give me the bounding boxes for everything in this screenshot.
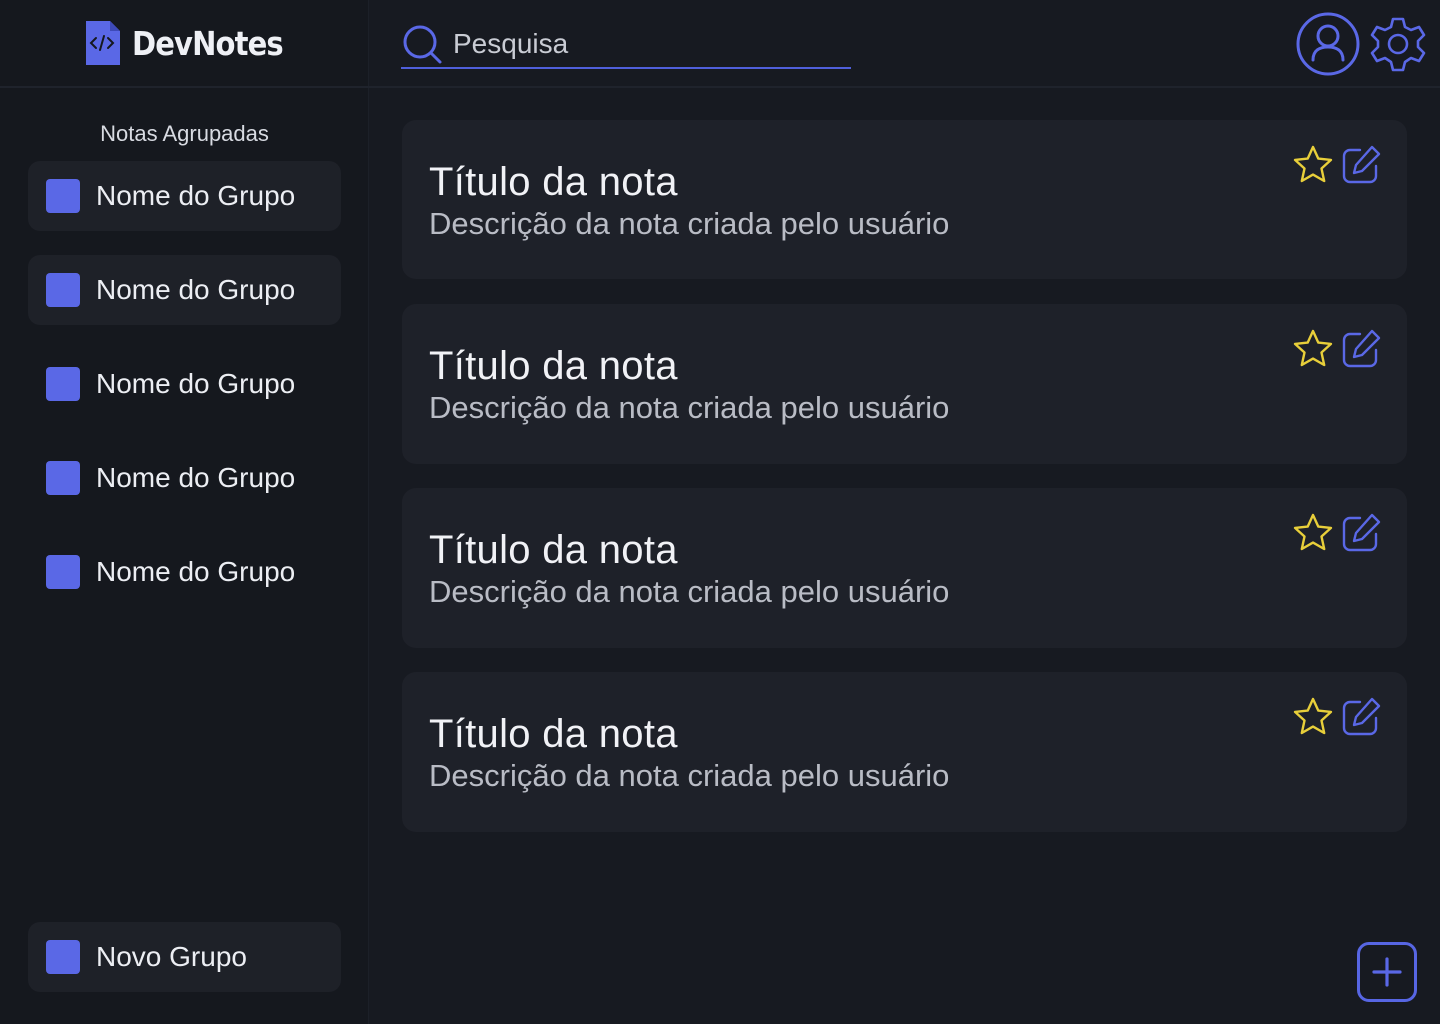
sidebar-group-item[interactable]: Nome do Grupo (28, 537, 341, 607)
note-description: Descrição da nota criada pelo usuário (429, 574, 950, 609)
search-bar (401, 20, 851, 69)
plus-icon (1372, 957, 1402, 987)
note-description: Descrição da nota criada pelo usuário (429, 390, 950, 425)
note-actions (1292, 144, 1382, 186)
code-file-icon (86, 21, 120, 65)
edit-icon[interactable] (1340, 512, 1382, 554)
user-avatar-icon[interactable] (1296, 12, 1360, 76)
group-color-swatch (46, 555, 80, 589)
sidebar-group-item[interactable]: Nome do Grupo (28, 255, 341, 325)
sidebar: DevNotes Notas Agrupadas Nome do Grupo N… (0, 0, 369, 1024)
add-note-button[interactable] (1357, 942, 1417, 1002)
sidebar-group-item[interactable]: Nome do Grupo (28, 443, 341, 513)
sidebar-title: Notas Agrupadas (100, 121, 269, 146)
gear-icon[interactable] (1368, 13, 1428, 75)
search-input[interactable] (453, 27, 833, 60)
group-label: Nome do Grupo (96, 180, 296, 211)
logo[interactable]: DevNotes (84, 20, 303, 66)
note-card[interactable]: Título da nota Descrição da nota criada … (402, 304, 1407, 464)
group-color-swatch (46, 179, 80, 213)
edit-icon[interactable] (1340, 696, 1382, 738)
note-title: Título da nota (429, 712, 678, 756)
header-divider (0, 86, 1440, 88)
note-title: Título da nota (429, 344, 678, 388)
note-description: Descrição da nota criada pelo usuário (429, 758, 950, 793)
note-actions (1292, 512, 1382, 554)
new-group-label: Novo Grupo (96, 941, 247, 972)
sidebar-group-item[interactable]: Nome do Grupo (28, 349, 341, 419)
top-actions (1296, 12, 1428, 76)
note-title: Título da nota (429, 160, 678, 204)
note-description: Descrição da nota criada pelo usuário (429, 206, 950, 241)
note-actions (1292, 696, 1382, 738)
group-color-swatch (46, 461, 80, 495)
edit-icon[interactable] (1340, 328, 1382, 370)
star-icon[interactable] (1292, 328, 1334, 370)
group-color-swatch (46, 367, 80, 401)
note-card[interactable]: Título da nota Descrição da nota criada … (402, 120, 1407, 279)
note-title: Título da nota (429, 528, 678, 572)
star-icon[interactable] (1292, 144, 1334, 186)
app-name: DevNotes (132, 23, 284, 63)
search-icon[interactable] (401, 23, 443, 65)
group-list: Nome do Grupo Nome do Grupo Nome do Grup… (28, 161, 341, 631)
notes-list: Título da nota Descrição da nota criada … (402, 120, 1407, 856)
edit-icon[interactable] (1340, 144, 1382, 186)
sidebar-group-item[interactable]: Nome do Grupo (28, 161, 341, 231)
group-color-swatch (46, 273, 80, 307)
note-card[interactable]: Título da nota Descrição da nota criada … (402, 672, 1407, 832)
star-icon[interactable] (1292, 696, 1334, 738)
new-group-button[interactable]: Novo Grupo (28, 922, 341, 992)
group-label: Nome do Grupo (96, 368, 296, 399)
note-actions (1292, 328, 1382, 370)
star-icon[interactable] (1292, 512, 1334, 554)
note-card[interactable]: Título da nota Descrição da nota criada … (402, 488, 1407, 648)
app-root: DevNotes Notas Agrupadas Nome do Grupo N… (0, 0, 1440, 1024)
group-label: Nome do Grupo (96, 274, 296, 305)
group-label: Nome do Grupo (96, 556, 296, 587)
group-label: Nome do Grupo (96, 462, 296, 493)
group-color-swatch (46, 940, 80, 974)
